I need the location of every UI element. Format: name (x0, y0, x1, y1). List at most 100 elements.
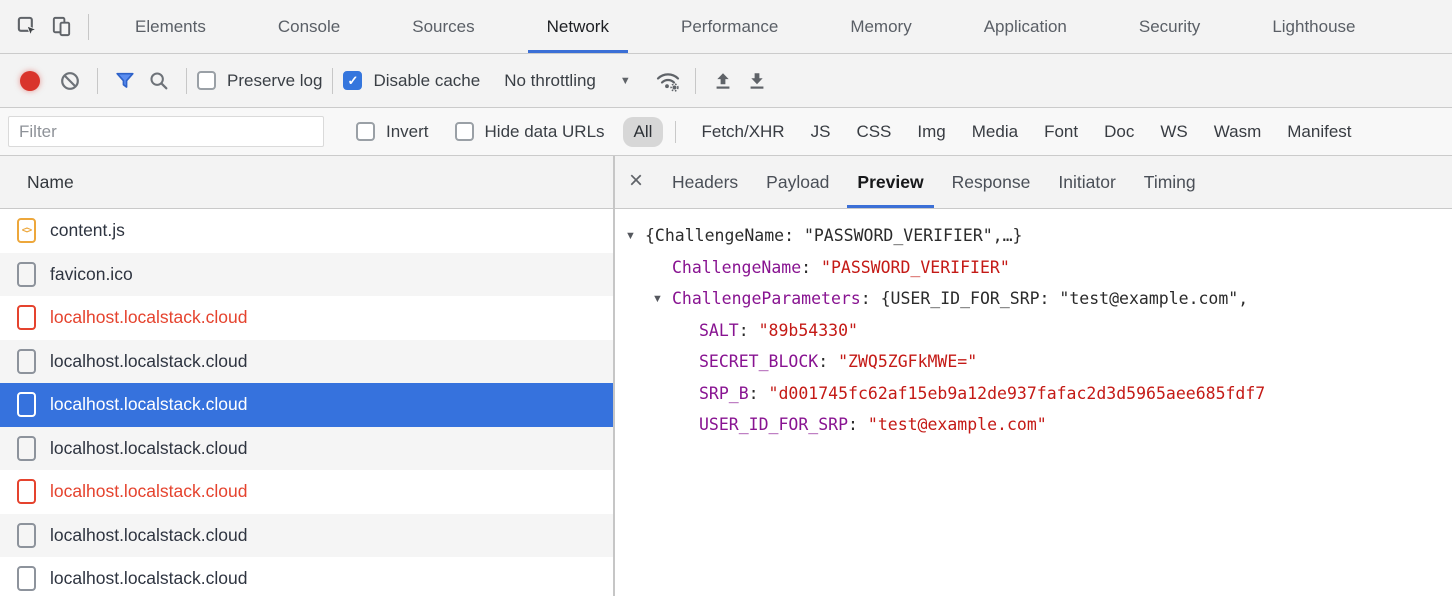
name-column-header[interactable]: Name (0, 156, 613, 209)
invert-checkbox[interactable] (356, 122, 375, 141)
inspect-cursor-icon (16, 15, 39, 38)
close-details-button[interactable]: × (629, 169, 643, 193)
type-filter-media[interactable]: Media (972, 122, 1018, 142)
block-icon (59, 70, 81, 92)
request-row[interactable]: localhost.localstack.cloud (0, 383, 613, 427)
tab-response[interactable]: Response (938, 156, 1045, 208)
file-icon (17, 305, 36, 330)
filter-toggle-button[interactable] (108, 64, 142, 98)
tab-application[interactable]: Application (948, 0, 1103, 53)
clear-network-log-button[interactable] (53, 64, 87, 98)
json-key: SRP_B (699, 384, 749, 403)
json-key: ChallengeParameters (672, 289, 861, 308)
preview-tree-line: SALT: "89b54330" (624, 315, 1452, 347)
import-har-button[interactable] (706, 64, 740, 98)
toolbar-divider (695, 68, 696, 94)
file-icon (17, 392, 36, 417)
request-row[interactable]: localhost.localstack.cloud (0, 340, 613, 384)
network-toolbar: Preserve log ✓ Disable cache No throttli… (0, 54, 1452, 108)
type-filter-divider (675, 121, 676, 143)
json-key: SECRET_BLOCK (699, 352, 818, 371)
file-icon (17, 523, 36, 548)
type-filter-img[interactable]: Img (917, 122, 945, 142)
json-key: ChallengeName (672, 258, 801, 277)
request-rows: <>content.js favicon.ico localhost.localst… (0, 209, 613, 596)
tab-initiator[interactable]: Initiator (1044, 156, 1129, 208)
request-row[interactable]: <>content.js (0, 209, 613, 253)
details-tabs-strip: HeadersPayloadPreviewResponseInitiatorTi… (658, 156, 1210, 208)
tab-lighthouse[interactable]: Lighthouse (1236, 0, 1391, 53)
tab-headers[interactable]: Headers (658, 156, 752, 208)
type-filter-js[interactable]: JS (811, 122, 831, 142)
disable-cache-label: Disable cache (373, 71, 480, 91)
request-row[interactable]: localhost.localstack.cloud (0, 514, 613, 558)
request-row[interactable]: localhost.localstack.cloud (0, 557, 613, 596)
tab-memory[interactable]: Memory (814, 0, 947, 53)
preview-tree-line: ▼ChallengeParameters: {USER_ID_FOR_SRP: … (624, 283, 1452, 315)
tab-preview[interactable]: Preview (843, 156, 937, 208)
chevron-down-icon[interactable]: ▼ (620, 75, 631, 87)
json-text: : (818, 352, 838, 371)
tab-console[interactable]: Console (242, 0, 376, 53)
preview-tree-line: SRP_B: "d001745fc62af15eb9a12de937fafac2… (624, 378, 1452, 410)
request-details-pane: × HeadersPayloadPreviewResponseInitiator… (615, 156, 1452, 596)
type-filter-css[interactable]: CSS (856, 122, 891, 142)
filter-input[interactable] (8, 116, 324, 147)
tab-performance[interactable]: Performance (645, 0, 814, 53)
preserve-log-checkbox[interactable] (197, 71, 216, 90)
request-row[interactable]: localhost.localstack.cloud (0, 427, 613, 471)
throttling-select[interactable]: No throttling (504, 71, 596, 91)
toolbar-divider (186, 68, 187, 94)
tab-sources[interactable]: Sources (376, 0, 510, 53)
export-har-button[interactable] (740, 64, 774, 98)
download-icon (746, 70, 768, 92)
inspect-element-button[interactable] (10, 10, 44, 44)
network-conditions-button[interactable] (651, 64, 685, 98)
file-icon (17, 262, 36, 287)
preserve-log-label: Preserve log (227, 71, 322, 91)
request-name: favicon.ico (50, 264, 133, 285)
tab-security[interactable]: Security (1103, 0, 1236, 53)
device-toolbar-button[interactable] (44, 10, 78, 44)
json-key: SALT (699, 321, 739, 340)
request-row[interactable]: localhost.localstack.cloud (0, 470, 613, 514)
json-text: : {USER_ID_FOR_SRP: "test@example.com", (861, 289, 1248, 308)
json-string-value: "test@example.com" (868, 415, 1047, 434)
script-file-icon: <> (17, 218, 36, 243)
network-panel-body: Name <>content.js favicon.ico localhost.lo… (0, 156, 1452, 596)
preview-tree-line: USER_ID_FOR_SRP: "test@example.com" (624, 409, 1452, 441)
file-icon (17, 566, 36, 591)
json-text: {ChallengeName: "PASSWORD_VERIFIER",…} (645, 226, 1023, 245)
tab-network[interactable]: Network (511, 0, 645, 53)
type-filter-ws[interactable]: WS (1160, 122, 1187, 142)
expand-arrow-icon[interactable]: ▼ (651, 293, 672, 305)
json-string-value: "ZWQ5ZGFkMWE=" (838, 352, 977, 371)
type-filter-doc[interactable]: Doc (1104, 122, 1134, 142)
expand-arrow-icon[interactable]: ▼ (624, 230, 645, 242)
search-icon (148, 70, 170, 92)
file-icon (17, 479, 36, 504)
request-row[interactable]: localhost.localstack.cloud (0, 296, 613, 340)
json-text: : (848, 415, 868, 434)
tab-payload[interactable]: Payload (752, 156, 843, 208)
json-preview-tree: ▼{ChallengeName: "PASSWORD_VERIFIER",…}C… (615, 209, 1452, 596)
request-row[interactable]: favicon.ico (0, 253, 613, 297)
type-filter-wasm[interactable]: Wasm (1214, 122, 1262, 142)
search-button[interactable] (142, 64, 176, 98)
request-name: localhost.localstack.cloud (50, 438, 247, 459)
type-filter-fetch-xhr[interactable]: Fetch/XHR (701, 122, 784, 142)
record-network-log-button[interactable] (20, 71, 40, 91)
preview-tree-line: ChallengeName: "PASSWORD_VERIFIER" (624, 252, 1452, 284)
tab-timing[interactable]: Timing (1130, 156, 1210, 208)
type-filter-manifest[interactable]: Manifest (1287, 122, 1351, 142)
json-text: : (739, 321, 759, 340)
type-filter-font[interactable]: Font (1044, 122, 1078, 142)
hide-data-urls-checkbox[interactable] (455, 122, 474, 141)
tab-elements[interactable]: Elements (99, 0, 242, 53)
device-toolbar-icon (50, 15, 73, 38)
disable-cache-checkbox[interactable]: ✓ (343, 71, 362, 90)
json-string-value: "PASSWORD_VERIFIER" (821, 258, 1010, 277)
request-type-filters: All Fetch/XHR JS CSS Img Media Font Doc WS Wasm Ma… (621, 117, 1452, 147)
hide-data-urls-label: Hide data URLs (485, 122, 605, 142)
type-filter-all[interactable]: All (623, 117, 664, 147)
